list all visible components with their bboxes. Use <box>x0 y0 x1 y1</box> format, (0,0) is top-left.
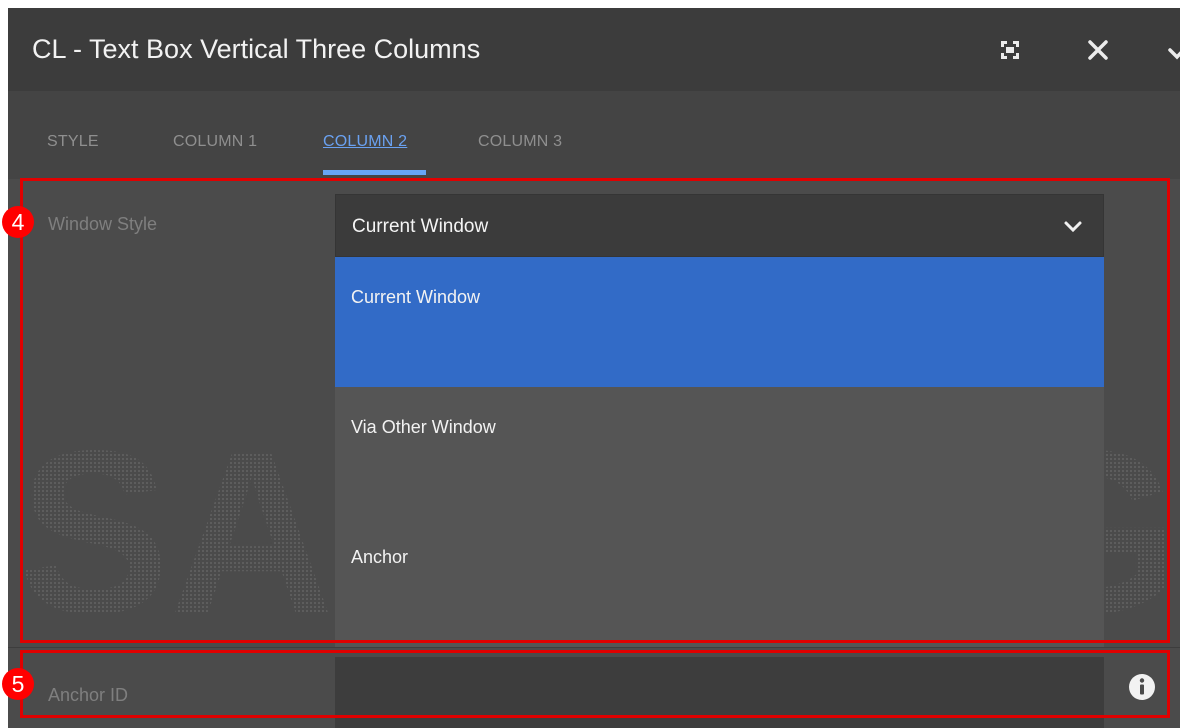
tab-bar: STYLE COLUMN 1 COLUMN 2 COLUMN 3 <box>8 91 1180 179</box>
active-tab-indicator <box>323 170 426 175</box>
tab-column-3[interactable]: COLUMN 3 <box>478 133 562 151</box>
checkmark-icon[interactable] <box>1166 36 1180 64</box>
tab-column-1[interactable]: COLUMN 1 <box>173 133 257 151</box>
close-icon[interactable] <box>1084 36 1112 64</box>
annotation-badge-5: 5 <box>2 668 34 700</box>
dialog-title: CL - Text Box Vertical Three Columns <box>32 34 481 64</box>
annotation-box-5 <box>20 650 1170 718</box>
dialog-header: CL - Text Box Vertical Three Columns <box>8 8 1180 91</box>
tab-column-2[interactable]: COLUMN 2 <box>323 133 407 151</box>
tab-style[interactable]: STYLE <box>47 133 99 151</box>
annotation-box-4 <box>20 178 1170 643</box>
fullscreen-icon[interactable] <box>996 36 1024 64</box>
field-divider <box>8 647 1180 648</box>
annotation-badge-4: 4 <box>2 206 34 238</box>
